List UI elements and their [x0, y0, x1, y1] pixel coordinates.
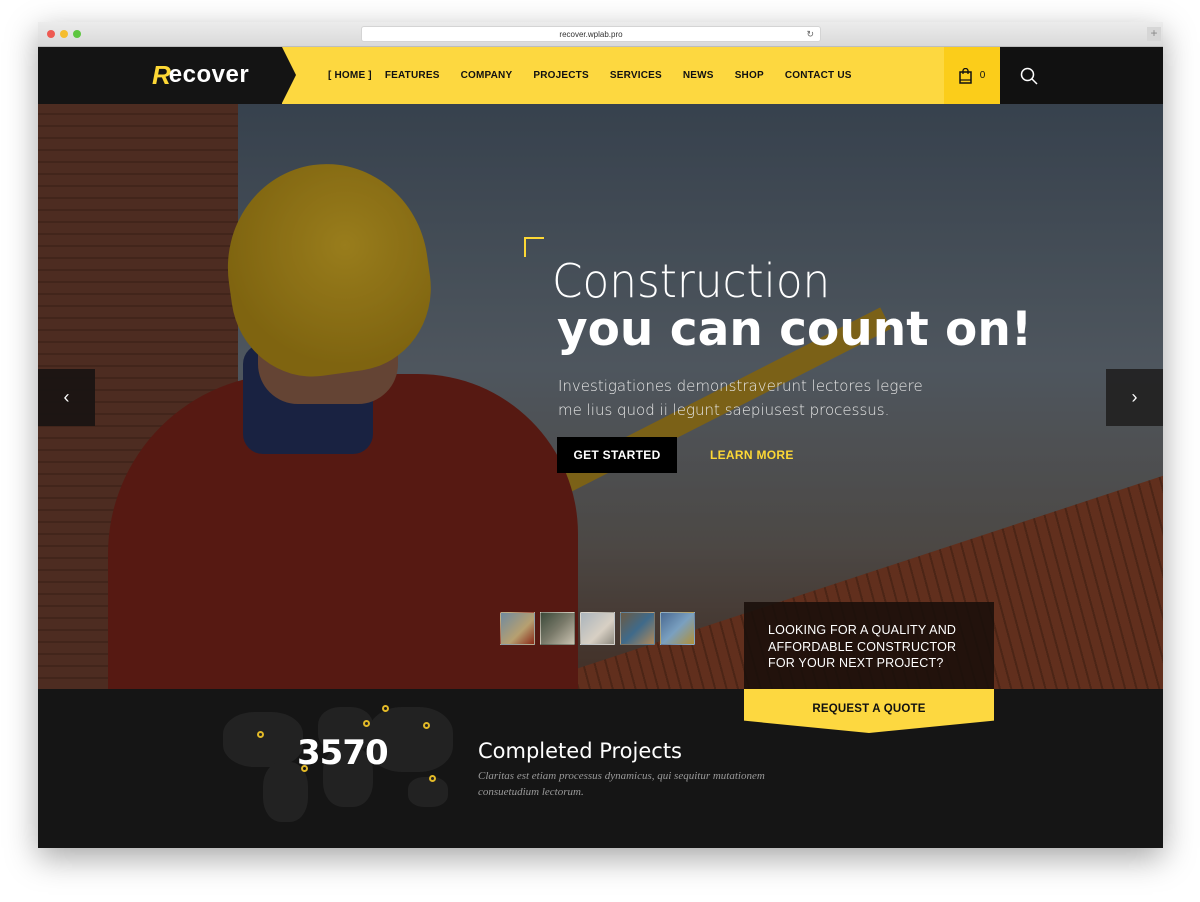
address-bar[interactable]: recover.wplab.pro ↻: [361, 26, 821, 42]
reload-icon[interactable]: ↻: [806, 27, 814, 42]
map-pin-icon: [257, 731, 264, 738]
learn-more-link[interactable]: LEARN MORE: [710, 437, 794, 473]
quote-line: FOR YOUR NEXT PROJECT?: [768, 656, 944, 670]
logo-area: R ecover: [38, 47, 282, 104]
map-pin-icon: [363, 720, 370, 727]
map-pin-icon: [423, 722, 430, 729]
map-continent: [223, 712, 303, 767]
hero-slider: Construction you can count on! Investiga…: [38, 104, 1163, 689]
nav-news[interactable]: NEWS: [683, 70, 714, 81]
stat-title: Completed Projects: [478, 739, 683, 763]
chevron-right-icon: ›: [1131, 387, 1138, 407]
get-started-button[interactable]: GET STARTED: [557, 437, 677, 473]
quote-callout: LOOKING FOR A QUALITY AND AFFORDABLE CON…: [744, 602, 994, 689]
main-nav: [ HOME ] FEATURES COMPANY PROJECTS SERVI…: [328, 47, 873, 104]
nav-features[interactable]: FEATURES: [385, 70, 440, 81]
logo-mark-icon: R: [152, 59, 171, 90]
close-window-button[interactable]: [47, 30, 55, 38]
nav-shop[interactable]: SHOP: [735, 70, 764, 81]
nav-contact-us[interactable]: CONTACT US: [785, 70, 852, 81]
maximize-window-button[interactable]: [73, 30, 81, 38]
nav-company[interactable]: COMPANY: [461, 70, 513, 81]
slider-next-button[interactable]: ›: [1106, 369, 1163, 426]
search-icon[interactable]: [1020, 67, 1038, 85]
hero-title-bold: you can count on!: [557, 302, 1033, 357]
new-tab-button[interactable]: +: [1147, 27, 1161, 41]
map-pin-icon: [429, 775, 436, 782]
slide-thumbnail[interactable]: [660, 612, 695, 645]
map-pin-icon: [382, 705, 389, 712]
url-text: recover.wplab.pro: [559, 30, 623, 39]
quote-line: AFFORDABLE CONSTRUCTOR: [768, 639, 957, 654]
minimize-window-button[interactable]: [60, 30, 68, 38]
slide-thumbnail[interactable]: [500, 612, 535, 645]
hero-subtitle: Investigationes demonstraverunt lectores…: [558, 377, 923, 419]
request-quote-button[interactable]: REQUEST A QUOTE: [744, 689, 994, 733]
nav-projects[interactable]: PROJECTS: [533, 70, 589, 81]
slide-thumbnail[interactable]: [580, 612, 615, 645]
cart-count: 0: [979, 70, 986, 81]
quote-line: LOOKING FOR A QUALITY AND: [768, 623, 957, 637]
browser-window: recover.wplab.pro ↻ + R ecover [ HOME ] …: [38, 22, 1163, 848]
stat-description: Claritas est etiam processus dynamicus, …: [478, 770, 765, 798]
corner-bracket-decoration: [524, 237, 544, 257]
logo[interactable]: R ecover: [152, 59, 250, 90]
completed-projects-count: 3570: [297, 733, 389, 773]
quote-text: LOOKING FOR A QUALITY AND AFFORDABLE CON…: [768, 622, 956, 672]
shopping-bag-icon: [958, 67, 972, 84]
stats-section: REQUEST A QUOTE 3570 Completed Projects …: [38, 689, 1163, 848]
chevron-left-icon: ‹: [63, 387, 70, 407]
nav-services[interactable]: SERVICES: [610, 70, 662, 81]
site-header: R ecover [ HOME ] FEATURES COMPANY PROJE…: [38, 47, 1163, 104]
map-continent: [408, 777, 448, 807]
nav-home[interactable]: [ HOME ]: [328, 70, 372, 81]
cart-button[interactable]: 0: [944, 47, 1000, 104]
nav-arrow-decoration: [282, 47, 296, 103]
logo-text: ecover: [168, 61, 250, 88]
slider-prev-button[interactable]: ‹: [38, 369, 95, 426]
slide-thumbnail[interactable]: [620, 612, 655, 645]
browser-chrome: recover.wplab.pro ↻ +: [38, 22, 1163, 47]
hero-title-light: Construction: [552, 254, 831, 308]
slide-thumbnail[interactable]: [540, 612, 575, 645]
slider-thumbnails: [500, 612, 695, 645]
